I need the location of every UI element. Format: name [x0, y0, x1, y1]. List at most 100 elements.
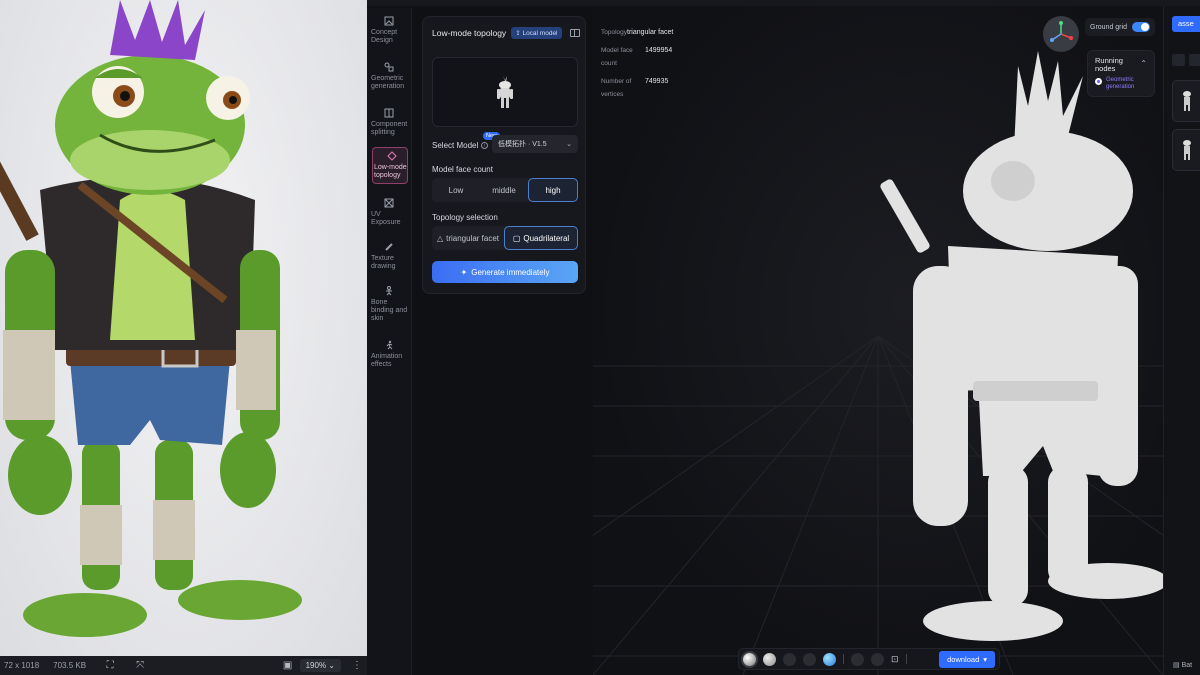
- skeleton-icon: [386, 286, 392, 296]
- light-1-icon[interactable]: [851, 652, 864, 666]
- local-model-badge: ⇪ Local model: [511, 27, 562, 39]
- running-node-item[interactable]: Geometric generation: [1095, 77, 1147, 91]
- topology-triangular[interactable]: △ triangular facet: [432, 226, 504, 250]
- running-nodes-card: Running nodes ⌃ Geometric generation: [1087, 50, 1155, 97]
- caret-down-icon: ▾: [983, 654, 987, 664]
- sidebar-item-geometric-generation[interactable]: Geometric generation: [371, 62, 409, 91]
- ground-grid-toggle[interactable]: Ground grid: [1085, 18, 1155, 36]
- reference-image: [0, 0, 367, 656]
- model-select-value: 低模拓扑 · V1.5: [498, 141, 547, 148]
- select-model-label-row: Select Model i: [432, 141, 489, 150]
- running-node-dot: [1095, 78, 1102, 85]
- material-white-icon[interactable]: [763, 652, 776, 666]
- sidebar-item-texture-drawing[interactable]: Texture drawing: [371, 242, 409, 271]
- asset-thumbnail[interactable]: [1172, 80, 1200, 122]
- material-toolbar: ⊡ download ▾: [738, 648, 1000, 670]
- material-dark-icon[interactable]: [783, 652, 796, 666]
- material-clay-icon[interactable]: [743, 652, 756, 666]
- stat-vertices-key: Number of vertices: [601, 78, 632, 98]
- local-model-label: Local model: [522, 30, 558, 37]
- stat-face-count: Model face count 1499954: [601, 44, 681, 70]
- sidebar-item-uv-exposure[interactable]: UV Exposure: [371, 198, 409, 227]
- model-stats: Topology triangular facet Model face coun…: [601, 26, 681, 106]
- batch-icon: ▤: [1173, 662, 1182, 669]
- material-normal-icon[interactable]: [823, 652, 836, 666]
- image-status-bar: 72 x 1018 703.5 KB ⛶ ⤧ ▣ 190% ⌄ ⋮: [0, 656, 367, 675]
- list-view-icon[interactable]: [1189, 54, 1200, 66]
- 3d-viewport[interactable]: Topology triangular facet Model face coun…: [593, 6, 1163, 675]
- model-preview: [432, 57, 578, 127]
- chevron-up-icon[interactable]: ⌃: [1140, 59, 1147, 68]
- sidebar-item-label: Component splitting: [371, 121, 408, 136]
- orientation-gizmo[interactable]: [1043, 16, 1079, 52]
- face-count-label: Model face count: [432, 165, 493, 174]
- batch-label: Bat: [1181, 662, 1193, 669]
- toolbar-divider: [843, 654, 844, 664]
- sidebar-item-label: Animation effects: [371, 353, 403, 368]
- material-wire-icon[interactable]: [803, 652, 816, 666]
- download-label: download: [947, 654, 980, 664]
- sidebar: Concept Design Geometric generation Comp…: [367, 8, 412, 675]
- image-dimensions: 72 x 1018: [4, 661, 40, 670]
- download-button[interactable]: download ▾: [939, 650, 995, 668]
- actual-size-icon[interactable]: ⤧: [134, 660, 146, 672]
- sidebar-item-component-splitting[interactable]: Component splitting: [371, 108, 409, 137]
- face-count-low[interactable]: Low: [432, 178, 480, 202]
- more-icon[interactable]: ⋮: [351, 660, 363, 672]
- grid-view-icon[interactable]: [1172, 54, 1185, 66]
- sidebar-item-label: Bone binding and skin: [371, 299, 408, 322]
- running-node-label: Geometric generation: [1106, 77, 1135, 90]
- face-count-middle[interactable]: middle: [480, 178, 528, 202]
- axis-gizmo-icon: [1050, 21, 1073, 42]
- sidebar-item-label: Concept Design: [371, 29, 398, 44]
- run-icon: [386, 340, 393, 350]
- sidebar-item-low-mode-topology[interactable]: Low-mode topology: [372, 147, 408, 184]
- topology-panel: Low-mode topology ⇪ Local model Select M…: [422, 16, 586, 294]
- split-icon: [384, 108, 394, 118]
- topology-quadrilateral-label: Quadrilateral: [523, 233, 570, 243]
- batch-button[interactable]: ▤ Bat: [1173, 661, 1192, 669]
- light-2-icon[interactable]: [871, 652, 884, 666]
- sidebar-item-bone-binding[interactable]: Bone binding and skin: [371, 286, 409, 323]
- assets-button[interactable]: asse: [1172, 16, 1200, 32]
- sparkle-icon: ✦: [460, 267, 468, 277]
- stat-face-count-key: Model face count: [601, 47, 633, 67]
- square-icon: ▢: [512, 233, 521, 243]
- chevron-down-icon: ⌄: [566, 141, 572, 148]
- model-thumbnail: [497, 76, 513, 108]
- zoom-control: ▣ 190% ⌄ ⋮: [264, 659, 363, 672]
- topology-selection-label: Topology selection: [432, 213, 498, 222]
- sidebar-item-animation-effects[interactable]: Animation effects: [371, 340, 409, 369]
- zoom-select[interactable]: 190% ⌄: [299, 659, 341, 672]
- stat-topology-value: triangular facet: [627, 29, 674, 36]
- topology-segmented: △ triangular facet ▢ Quadrilateral: [432, 226, 578, 250]
- frame-icon[interactable]: ▣: [282, 660, 294, 672]
- panel-title: Low-mode topology: [432, 28, 507, 38]
- stat-topology: Topology triangular facet: [601, 26, 681, 39]
- panel-collapse-icon[interactable]: [570, 29, 580, 37]
- view-mode-switch: [1172, 54, 1200, 66]
- panel-header: Low-mode topology ⇪ Local model: [432, 27, 580, 39]
- zoom-value: 190%: [305, 661, 327, 670]
- stat-topology-key: Topology: [601, 29, 628, 36]
- asset-thumbnail[interactable]: [1172, 129, 1200, 171]
- select-model-label: Select Model: [432, 141, 479, 150]
- topology-triangular-label: triangular facet: [446, 233, 500, 243]
- model-select[interactable]: 低模拓扑 · V1.5 ⌄: [492, 135, 578, 153]
- assets-panel: asse ▤ Bat: [1163, 6, 1200, 675]
- ground-grid-switch[interactable]: [1132, 22, 1150, 32]
- sidebar-item-concept-design[interactable]: Concept Design: [371, 16, 409, 45]
- reference-image-viewer: 72 x 1018 703.5 KB ⛶ ⤧ ▣ 190% ⌄ ⋮: [0, 0, 367, 675]
- topology-quadrilateral[interactable]: ▢ Quadrilateral: [504, 226, 578, 250]
- face-count-high[interactable]: high: [528, 178, 578, 202]
- face-count-segmented: Low middle high: [432, 178, 578, 202]
- image-filesize: 703.5 KB: [53, 661, 87, 670]
- generate-button[interactable]: ✦ Generate immediately: [432, 261, 578, 283]
- stat-vertices: Number of vertices 749935: [601, 75, 681, 101]
- stat-face-count-value: 1499954: [645, 47, 673, 54]
- ground-grid-label: Ground grid: [1090, 23, 1127, 31]
- fit-screen-icon[interactable]: ⛶: [104, 660, 116, 672]
- info-icon[interactable]: i: [481, 142, 489, 149]
- screenshot-icon[interactable]: ⊡: [891, 654, 899, 665]
- toolbar-divider: [905, 654, 907, 664]
